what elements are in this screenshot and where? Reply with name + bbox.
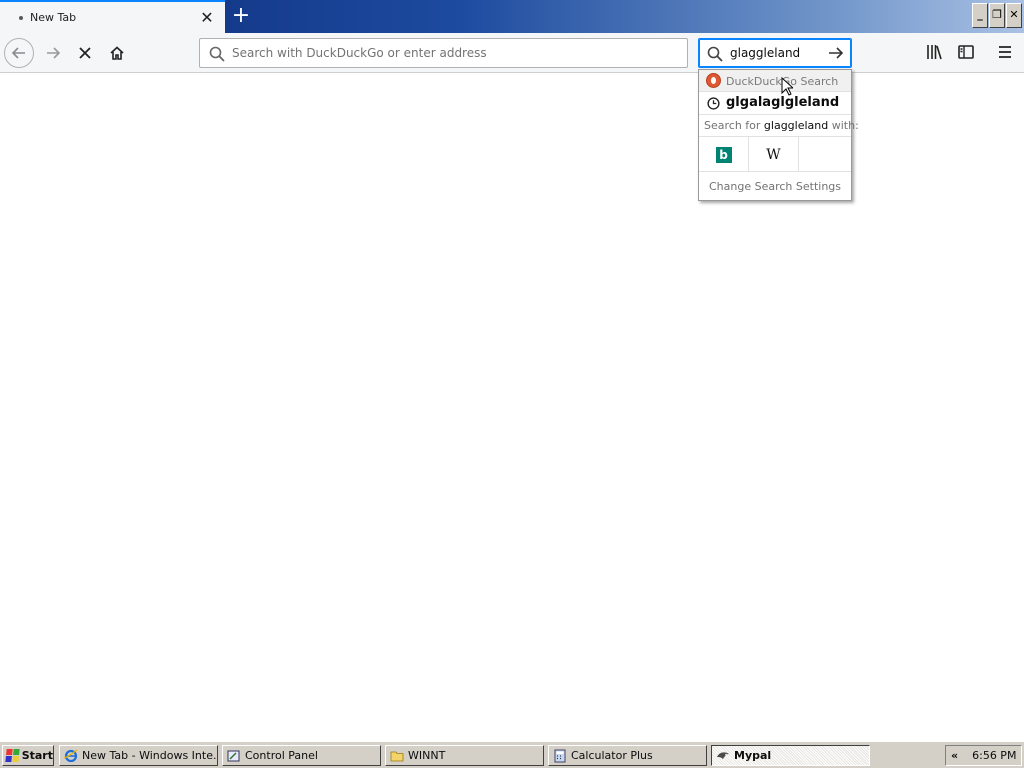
suggestion-item[interactable]: glgalaglgleland xyxy=(699,92,851,114)
search-bar[interactable]: glaggleland xyxy=(698,38,852,68)
tray-expand-chevron-icon[interactable]: « xyxy=(951,749,958,762)
address-bar[interactable] xyxy=(199,38,688,68)
new-tab-button[interactable]: + xyxy=(228,3,254,29)
control-panel-icon xyxy=(227,750,240,761)
stop-x-icon xyxy=(79,47,91,59)
taskbar-item-control-panel[interactable]: Control Panel xyxy=(222,745,381,766)
loading-dot-icon xyxy=(19,16,23,20)
taskbar-item-label: Calculator Plus xyxy=(571,749,653,762)
suggestion-text: glgalaglgleland xyxy=(726,95,840,110)
tab-new-tab[interactable]: New Tab ✕ xyxy=(0,0,225,33)
clock: 6:56 PM xyxy=(972,749,1017,762)
forward-button[interactable] xyxy=(38,38,68,68)
search-suggestions-popup: DuckDuckGo Search glgalaglgleland Search… xyxy=(698,69,859,201)
ie-icon xyxy=(64,749,78,762)
search-for-query: glaggleland xyxy=(763,119,829,132)
engine-header: DuckDuckGo Search xyxy=(699,70,851,92)
search-for-suffix: with: xyxy=(828,119,859,132)
tab-title: New Tab xyxy=(30,11,77,24)
search-icon xyxy=(707,46,723,62)
home-icon xyxy=(110,46,124,60)
sidebar-icon[interactable] xyxy=(957,43,975,61)
restore-button[interactable]: ❐ xyxy=(989,3,1005,28)
search-input[interactable]: glaggleland xyxy=(730,46,800,60)
wikipedia-icon: W xyxy=(766,146,781,163)
bing-icon: b xyxy=(715,146,732,163)
tab-strip: New Tab ✕ + _ ❐ ✕ xyxy=(0,0,1024,33)
taskbar-item-browser[interactable]: New Tab - Windows Inte... xyxy=(59,745,218,766)
go-arrow-icon[interactable] xyxy=(827,45,845,61)
change-search-settings-button[interactable]: Change Search Settings xyxy=(699,171,851,200)
start-button[interactable]: Start xyxy=(2,745,54,766)
forward-arrow-icon xyxy=(47,47,61,59)
window-controls: _ ❐ ✕ xyxy=(972,3,1022,28)
tab-close-button[interactable]: ✕ xyxy=(197,8,217,28)
start-label: Start xyxy=(21,749,53,762)
taskbar: Start New Tab - Windows Inte... Control … xyxy=(0,741,1024,768)
stop-button[interactable] xyxy=(70,38,100,68)
back-arrow-icon xyxy=(11,47,25,59)
taskbar-item-label: Control Panel xyxy=(245,749,318,762)
system-tray: « 6:56 PM xyxy=(945,745,1022,766)
duckduckgo-icon xyxy=(706,73,721,88)
windows-logo-icon xyxy=(5,749,20,762)
wikipedia-engine-button[interactable]: W xyxy=(749,137,799,172)
history-clock-icon xyxy=(707,97,720,110)
taskbar-item-label: WINNT xyxy=(408,749,446,762)
taskbar-item-label: Mypal xyxy=(734,749,772,762)
search-for-label: Search for glaggleland with: xyxy=(699,114,859,136)
menu-hamburger-icon[interactable] xyxy=(996,43,1014,61)
address-input[interactable] xyxy=(232,43,672,63)
search-icon xyxy=(209,46,225,62)
library-icon[interactable] xyxy=(925,43,943,61)
close-window-button[interactable]: ✕ xyxy=(1006,3,1022,28)
taskbar-item-mypal[interactable]: Mypal xyxy=(711,745,870,766)
taskbar-item-winnt[interactable]: WINNT xyxy=(385,745,544,766)
navigation-toolbar: glaggleland xyxy=(0,33,1024,73)
mouse-cursor-icon xyxy=(781,77,793,96)
taskbar-item-calculator[interactable]: Calculator Plus xyxy=(548,745,707,766)
taskbar-item-label: New Tab - Windows Inte... xyxy=(82,749,218,762)
bing-engine-button[interactable]: b xyxy=(699,137,749,172)
minimize-button[interactable]: _ xyxy=(972,3,988,28)
back-button[interactable] xyxy=(4,38,34,68)
home-button[interactable] xyxy=(102,38,132,68)
one-off-engines: b W xyxy=(699,136,851,172)
mypal-icon xyxy=(717,751,729,759)
calculator-icon xyxy=(554,749,566,762)
folder-icon xyxy=(390,751,404,761)
search-for-prefix: Search for xyxy=(704,119,764,132)
